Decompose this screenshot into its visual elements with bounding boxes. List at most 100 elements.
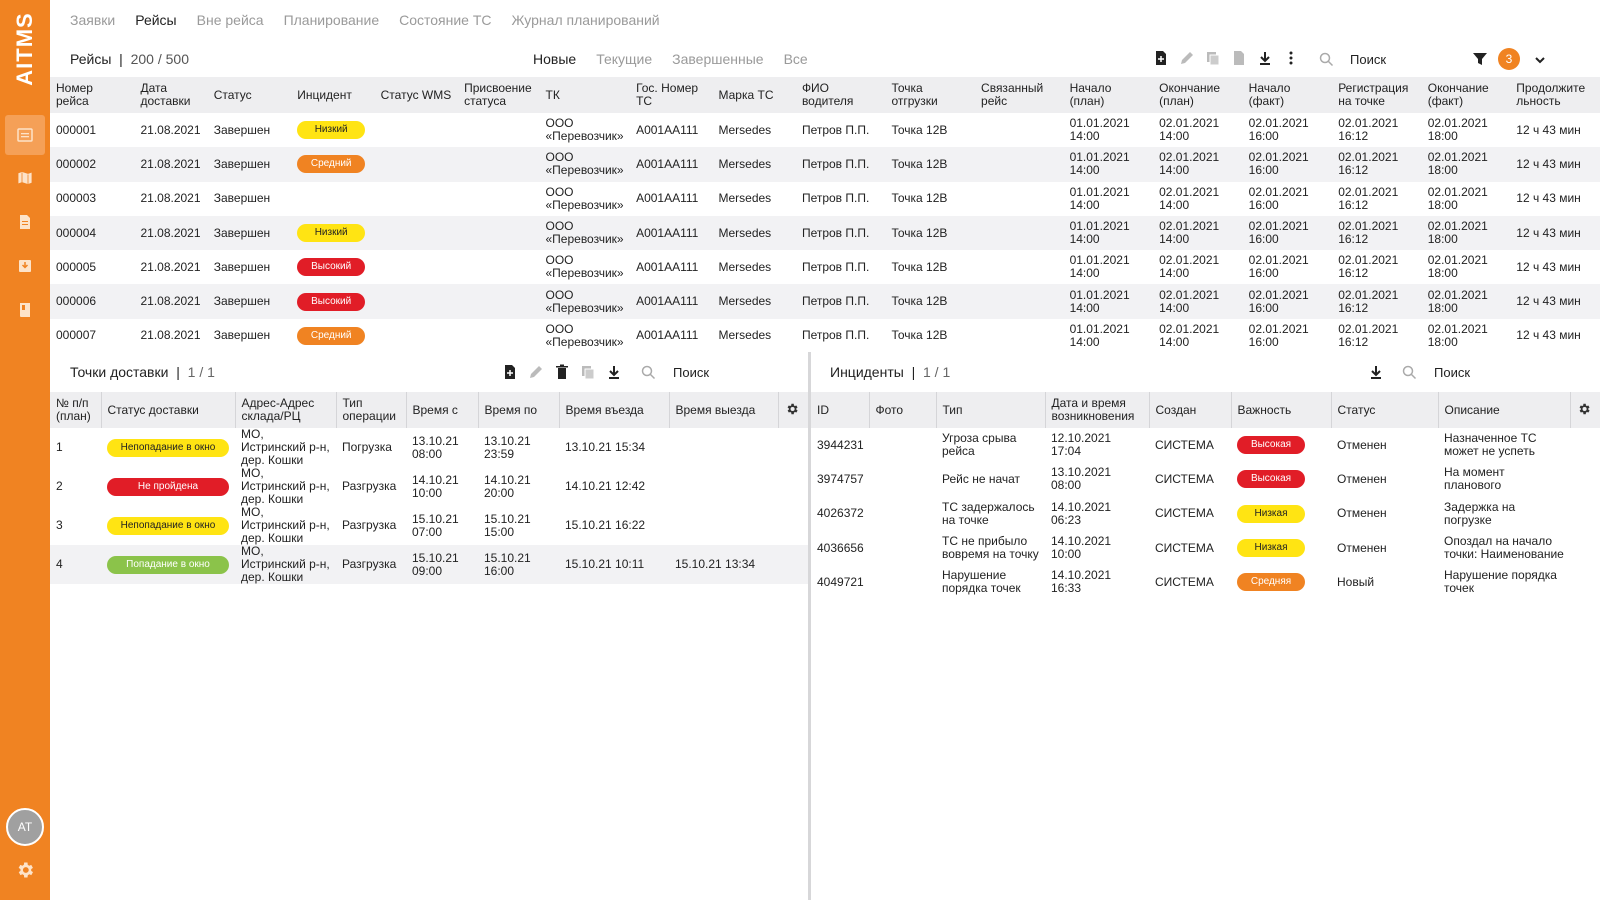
- col-header[interactable]: Статус: [207, 77, 292, 113]
- download-icon[interactable]: [1368, 364, 1384, 380]
- col-header[interactable]: Дата и время возникновения: [1045, 392, 1150, 428]
- settings-gear-icon[interactable]: [15, 860, 35, 880]
- col-header[interactable]: Начало (факт): [1242, 77, 1333, 113]
- search-icon[interactable]: [1318, 51, 1334, 67]
- copy-icon[interactable]: [1205, 50, 1221, 66]
- search-input[interactable]: Поиск: [1350, 52, 1386, 67]
- table-cell-end_fact: 02.01.2021 18:00: [1427, 184, 1488, 212]
- table-cell-plate: А001АА111: [636, 259, 699, 274]
- col-header[interactable]: Точка отгрузки: [885, 77, 976, 113]
- table-cell-from: 15.10.21 07:00: [412, 511, 459, 539]
- col-header[interactable]: Тип операции: [336, 392, 407, 428]
- table-row[interactable]: 000006 21.08.2021 Завершен Высокий ООО «Пере…: [50, 284, 1600, 319]
- file-icon[interactable]: [1231, 50, 1247, 66]
- column-settings-gear-icon[interactable]: [1570, 392, 1600, 428]
- filter-all[interactable]: Все: [784, 51, 808, 67]
- add-document-icon[interactable]: [1153, 50, 1169, 66]
- table-row[interactable]: 000003 21.08.2021 Завершен ООО «Перевозчик»…: [50, 182, 1600, 216]
- add-document-icon[interactable]: [502, 364, 518, 380]
- table-cell-addr: МО, Истринский р-н, дер. Кошки: [241, 427, 330, 467]
- table-row[interactable]: 3944231 Угроза срыва рейса 12.10.2021 17:0…: [811, 428, 1600, 462]
- table-row[interactable]: 3974757 Рейс не начат 13.10.2021 08:00 СИСТ…: [811, 462, 1600, 496]
- table-row[interactable]: 000001 21.08.2021 Завершен Низкий ООО «Перев…: [50, 113, 1600, 147]
- download-icon[interactable]: [606, 364, 622, 380]
- table-cell-sev: Высокая: [1231, 462, 1331, 496]
- col-header[interactable]: Статус WMS: [374, 77, 459, 113]
- col-header[interactable]: Регистрация на точке: [1332, 77, 1422, 113]
- chevron-down-icon[interactable]: [1532, 52, 1548, 68]
- points-search-input[interactable]: Поиск: [673, 365, 709, 380]
- column-settings-gear-icon[interactable]: [778, 392, 808, 428]
- filter-finished[interactable]: Завершенные: [672, 51, 763, 67]
- col-header[interactable]: ТК: [539, 77, 631, 113]
- col-header[interactable]: ID: [811, 392, 870, 428]
- table-row[interactable]: 000002 21.08.2021 Завершен Средний ООО «Пере…: [50, 147, 1600, 182]
- download-icon[interactable]: [1257, 50, 1273, 66]
- nav-tab-planning[interactable]: Планирование: [284, 12, 380, 28]
- col-header[interactable]: Связанный рейс: [975, 77, 1064, 113]
- nav-tab-vehicle-state[interactable]: Состояние ТС: [399, 12, 491, 28]
- col-header[interactable]: ФИО водителя: [795, 77, 886, 113]
- col-header[interactable]: Важность: [1231, 392, 1332, 428]
- nav-tab-trips[interactable]: Рейсы: [135, 12, 176, 28]
- col-header[interactable]: Гос. Номер ТС: [630, 77, 713, 113]
- table-row[interactable]: 2 Не пройдена МО, Истринский р-н, дер. Кош…: [50, 467, 808, 506]
- edit-icon[interactable]: [1179, 50, 1195, 66]
- col-header[interactable]: Время въезда: [559, 392, 670, 428]
- col-header[interactable]: № п/п (план): [50, 392, 102, 428]
- table-row[interactable]: 4036656 ТС не прибыло вовремя на точку 14.…: [811, 531, 1600, 565]
- col-header[interactable]: Адрес-Адрес склада/РЦ: [235, 392, 337, 428]
- col-header[interactable]: Марка ТС: [712, 77, 796, 113]
- col-header[interactable]: Время с: [406, 392, 479, 428]
- incidents-search-input[interactable]: Поиск: [1434, 365, 1470, 380]
- table-row[interactable]: 1 Непопадание в окно МО, Истринский р-н, д…: [50, 428, 808, 467]
- table-row[interactable]: 000004 21.08.2021 Завершен Низкий ООО «Перев…: [50, 215, 1600, 251]
- app-logo[interactable]: AITMS: [12, 12, 38, 85]
- col-header[interactable]: Инцидент: [291, 77, 375, 113]
- table-row[interactable]: 4026372 ТС задержалось на точке 14.10.2021…: [811, 497, 1600, 531]
- edit-icon[interactable]: [528, 364, 544, 380]
- avatar[interactable]: AT: [6, 808, 44, 846]
- col-header[interactable]: Статус: [1331, 392, 1439, 428]
- col-header[interactable]: Описание: [1438, 392, 1571, 428]
- col-header[interactable]: Время по: [478, 392, 560, 428]
- table-cell-end_plan: 02.01.2021 14:00: [1159, 184, 1220, 212]
- table-row[interactable]: 4049721 Нарушение порядка точек 14.10.2021…: [811, 565, 1600, 599]
- col-header[interactable]: Тип: [936, 392, 1046, 428]
- col-header[interactable]: Окончание (факт): [1421, 77, 1511, 113]
- sidebar-item-trips[interactable]: [5, 115, 45, 155]
- table-row[interactable]: 3 Непопадание в окно МО, Истринский р-н, д…: [50, 506, 808, 545]
- filter-new[interactable]: Новые: [533, 51, 576, 67]
- table-row[interactable]: 000007 21.08.2021 Завершен Средний ООО «Пере…: [50, 319, 1600, 353]
- col-header[interactable]: Присвоение статуса: [458, 77, 540, 113]
- sidebar-item-book[interactable]: [0, 290, 50, 330]
- col-header[interactable]: Статус доставки: [101, 392, 236, 428]
- col-header[interactable]: Продолжите льность: [1510, 77, 1600, 113]
- col-header[interactable]: Дата доставки: [134, 77, 208, 113]
- sidebar-item-documents[interactable]: [0, 202, 50, 242]
- table-cell-status: Отменен: [1337, 471, 1387, 486]
- nav-tab-requests[interactable]: Заявки: [70, 12, 115, 28]
- filter-current[interactable]: Текущие: [596, 51, 652, 67]
- table-cell-status: Отменен: [1337, 540, 1387, 555]
- more-vertical-icon[interactable]: [1283, 50, 1299, 66]
- col-header[interactable]: Фото: [869, 392, 937, 428]
- sidebar-item-map[interactable]: [0, 158, 50, 198]
- delete-icon[interactable]: [554, 364, 570, 380]
- table-row[interactable]: 000005 21.08.2021 Завершен Высокий ООО «Пере…: [50, 250, 1600, 284]
- col-header[interactable]: Номер рейса: [50, 77, 135, 113]
- nav-tab-planning-log[interactable]: Журнал планирований: [512, 12, 660, 28]
- table-cell-empty: [778, 467, 808, 506]
- col-header[interactable]: Начало (план): [1063, 77, 1154, 113]
- search-icon[interactable]: [640, 364, 656, 380]
- copy-icon[interactable]: [580, 364, 596, 380]
- sidebar-item-inbox[interactable]: [0, 246, 50, 286]
- search-icon[interactable]: [1401, 364, 1417, 380]
- nav-tab-outside-trip[interactable]: Вне рейса: [197, 12, 264, 28]
- table-row[interactable]: 4 Попадание в окно МО, Истринский р-н, дер…: [50, 545, 808, 584]
- table-cell-date: 21.08.2021: [140, 122, 201, 137]
- col-header[interactable]: Создан: [1149, 392, 1232, 428]
- col-header[interactable]: Окончание (план): [1153, 77, 1243, 113]
- filter-icon[interactable]: [1472, 51, 1488, 67]
- col-header[interactable]: Время выезда: [669, 392, 779, 428]
